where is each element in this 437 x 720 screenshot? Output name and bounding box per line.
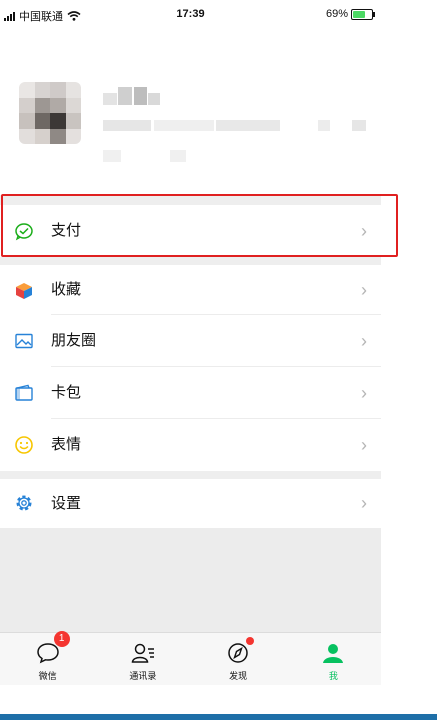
phone-screen: 中国联通 17:39 69% 支付 › 收藏 › 朋友圈 › 卡包 › 表情 ›… [0, 0, 381, 720]
clock: 17:39 [176, 8, 205, 20]
avatar[interactable] [19, 82, 81, 144]
tab-label: 我 [328, 671, 338, 681]
person-icon [323, 644, 344, 663]
menu-label: 朋友圈 [51, 332, 97, 349]
menu-label: 设置 [51, 495, 82, 512]
chevron-right-icon: › [361, 280, 367, 300]
tab-label: 发现 [229, 671, 248, 681]
bottom-accent-bar [0, 714, 437, 720]
photo-icon [15, 333, 33, 349]
empty-background [0, 528, 381, 632]
chevron-right-icon: › [361, 331, 367, 351]
tab-bar: 1 微信 通讯录 发现 我 [0, 631, 381, 685]
card-wallet-icon [15, 384, 33, 401]
menu-label: 收藏 [51, 281, 82, 298]
tab-label: 微信 [38, 671, 57, 681]
menu-item-stickers[interactable]: 表情 › [0, 419, 381, 471]
tab-me[interactable]: 我 [286, 633, 381, 685]
menu-item-favorites[interactable]: 收藏 › [0, 265, 381, 315]
menu-item-cards[interactable]: 卡包 › [0, 367, 381, 419]
unread-badge: 1 [53, 631, 70, 647]
battery-percent: 69% [325, 8, 348, 20]
tab-label: 通讯录 [129, 671, 157, 681]
profile-card[interactable] [0, 30, 381, 195]
tab-discover[interactable]: 发现 [191, 633, 286, 685]
tab-chats[interactable]: 1 微信 [0, 631, 95, 685]
tab-contacts[interactable]: 通讯录 [95, 633, 190, 685]
pay-highlight-box [1, 194, 398, 257]
menu-item-moments[interactable]: 朋友圈 › [0, 315, 381, 367]
cube-icon [16, 283, 32, 299]
chevron-right-icon: › [361, 383, 367, 403]
contacts-icon [131, 643, 154, 663]
battery-icon [351, 8, 375, 20]
smile-icon [15, 436, 33, 454]
status-bar: 中国联通 17:39 69% [0, 0, 381, 30]
gear-icon [16, 495, 32, 511]
new-content-dot [246, 637, 255, 645]
menu-label: 卡包 [51, 384, 82, 401]
section-divider [0, 471, 381, 479]
menu-item-settings[interactable]: 设置 › [0, 479, 381, 528]
section-divider [0, 257, 381, 265]
chevron-right-icon: › [361, 493, 367, 513]
battery-group: 69% [325, 8, 375, 20]
menu-label: 表情 [51, 436, 82, 453]
compass-icon [228, 643, 248, 663]
chevron-right-icon: › [361, 435, 367, 455]
